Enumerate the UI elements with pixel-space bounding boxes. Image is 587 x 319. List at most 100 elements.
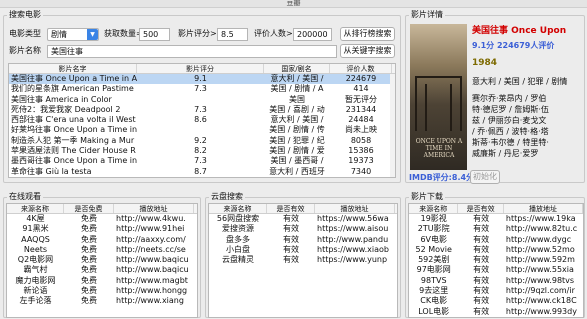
online-row[interactable]: 左手论落 免费 http://www.xiang — [7, 296, 197, 306]
online-row-cell: 免费 — [81, 234, 97, 244]
results-row[interactable]: 革命往事 Giù la testa 8.7 意大利 / 西班牙 7340 — [9, 167, 395, 177]
cloud-row[interactable]: 盘多多 有效 http://www.pandu — [209, 235, 397, 245]
download-row[interactable]: 19影视 有效 https://www.19ka — [409, 214, 583, 224]
cloud-col-source[interactable]: 来源名称 — [209, 204, 267, 213]
results-table[interactable]: 影片名字 影片评分 国家/剧名 评价人数 美国往事 Once Upon a Ti… — [8, 63, 396, 178]
online-table[interactable]: 来源名称 是否免费 播放地址 4K屋 免费 http://www.4kwu. 91黑米… — [6, 203, 198, 318]
results-row-cell: 15386 — [348, 146, 374, 156]
cloud-row[interactable]: 云盘精灵 有效 https://www.yunp — [209, 255, 397, 265]
results-row-cell: 7.3 — [194, 156, 207, 166]
results-row[interactable]: 美国往事 America in Color 美国 暂无评分 — [9, 95, 395, 105]
download-row[interactable]: 6V电影 有效 http://www.dygc — [409, 235, 583, 245]
keyword-search-button[interactable]: 从关键字搜索 — [340, 44, 395, 58]
type-label: 电影类型 — [9, 29, 41, 38]
results-row-cell: 美国往事 America in Color — [11, 94, 112, 104]
results-row-cell: 24484 — [348, 115, 374, 125]
results-row[interactable]: 制造杀人犯 第一季 Making a Mur 9.2 美国 / 犯罪 / 纪 8058 — [9, 136, 395, 146]
results-row[interactable]: 美国往事 Once Upon a Time in A 9.1 意大利 / 美国 / 2… — [9, 74, 395, 85]
name-input[interactable]: 美国往事 — [47, 45, 337, 58]
download-row-cell: 有效 — [473, 244, 490, 254]
online-row-cell: Q2电影网 — [17, 255, 54, 265]
download-row[interactable]: 52 Movie 有效 http://www.52mo — [409, 245, 583, 255]
results-row[interactable]: 墨西哥往事 Once Upon a Time in 7.3 美国 / 墨西哥 / 19… — [9, 156, 395, 166]
download-row-cell: 有效 — [473, 265, 490, 275]
results-scrollbar[interactable] — [390, 74, 395, 177]
download-row[interactable]: 9去这里 有效 http://9qzl.com/ir — [409, 286, 583, 296]
cloud-row[interactable]: 56网盘搜索 有效 https://www.56wa — [209, 214, 397, 224]
download-row-cell: http://www.52mo — [505, 244, 575, 254]
cloud-row[interactable]: 小白盘 有效 https://www.xiaob — [209, 245, 397, 255]
online-row-cell: http://www.91hei — [116, 224, 185, 234]
online-row[interactable]: 霸气村 免费 http://www.baqicu — [7, 265, 197, 275]
results-row-cell: 我们的星条旗 American Pastime — [11, 84, 134, 94]
results-row-cell: 意大利 / 美国 / — [270, 74, 324, 83]
cloud-col-valid[interactable]: 是否有效 — [267, 204, 315, 213]
results-row[interactable]: 我们的星条旗 American Pastime 7.3 美国 / 剧情 / A 414 — [9, 84, 395, 94]
online-col-source[interactable]: 来源名称 — [7, 204, 64, 213]
download-col-source[interactable]: 来源名称 — [409, 204, 459, 213]
results-row-cell: 制造杀人犯 第一季 Making a Mur — [11, 135, 135, 145]
col-header-country[interactable]: 国家/剧名 — [264, 64, 330, 73]
download-row-cell: http://www.ck18C — [505, 296, 577, 306]
results-row[interactable]: 苹果酒屋法则 The Cider House R 8.2 美国 / 剧情 / 爱 15… — [9, 146, 395, 156]
online-row-cell: Neets — [23, 244, 48, 254]
online-row[interactable]: 新论语 免费 http://www.hongg — [7, 286, 197, 296]
cloud-row[interactable]: 爱搜资源 有效 https://www.aisou — [209, 224, 397, 234]
online-row[interactable]: 4K屋 免费 http://www.4kwu. — [7, 214, 197, 224]
results-row[interactable]: 好莱坞往事 Once Upon a Time in 美国 / 剧情 / 传 尚未上映 — [9, 125, 395, 135]
online-row[interactable]: Q2电影网 免费 http://www.baqicu — [7, 255, 197, 265]
cloud-table[interactable]: 来源名称 是否有效 播放地址 56网盘搜索 有效 https://www.56wa 爱… — [208, 203, 398, 318]
download-row-cell: 9去这里 — [419, 286, 449, 296]
poster-title: ONCE UPON A TIME IN AMERICA — [415, 138, 463, 159]
download-table-header: 来源名称 是否有效 播放地址 — [409, 204, 583, 214]
type-select[interactable]: 剧情 ▼ — [47, 28, 99, 41]
voters-input[interactable]: 200000 — [293, 28, 332, 41]
results-row[interactable]: 死侍2：我爱我家 Deadpool 2 7.3 美国 / 喜剧 / 动 231344 — [9, 105, 395, 115]
online-row[interactable]: AAQQS 免费 http://aaxxy.com/ — [7, 235, 197, 245]
col-header-voters[interactable]: 评价人数 — [330, 64, 392, 73]
results-row[interactable]: 西部往事 C'era una volta il West 8.6 意大利 / 美国 … — [9, 115, 395, 125]
detail-title: 美国往事 Once Upon — [472, 26, 567, 36]
online-row[interactable]: 91黑米 免费 http://www.91hei — [7, 224, 197, 234]
results-row-cell: 8.7 — [194, 166, 207, 176]
download-row[interactable]: 592美剧 有效 http://www.592m — [409, 255, 583, 265]
detail-cast-3: / 乔·佩西 / 波特·格·塔 — [472, 127, 549, 136]
download-row[interactable]: 2TU影院 有效 http://www.82tu.c — [409, 224, 583, 234]
download-row-cell: 2TU影院 — [417, 224, 450, 234]
cloud-row-cell: 有效 — [283, 234, 299, 244]
online-row[interactable]: Neets 免费 http://neets.cc/se — [7, 245, 197, 255]
rank-search-button[interactable]: 从排行榜搜索 — [340, 27, 395, 41]
online-row[interactable]: 魔力电影网 免费 http://www.magbt — [7, 276, 197, 286]
detail-cast-5: 威廉斯 / 丹尼·爱罗 — [472, 149, 539, 158]
download-row-cell: 有效 — [473, 214, 490, 223]
download-row[interactable]: CK电影 有效 http://www.ck18C — [409, 296, 583, 306]
name-label: 影片名称 — [9, 46, 41, 55]
online-row-cell: 免费 — [81, 286, 97, 296]
online-row-cell: AAQQS — [21, 234, 50, 244]
detail-cast-4: 斯蒂·韦尔德 / 特里特· — [472, 138, 549, 147]
cloud-table-body: 56网盘搜索 有效 https://www.56wa 爱搜资源 有效 https://ww… — [209, 214, 397, 265]
poster-bridge-pillars — [425, 84, 452, 131]
col-header-rating[interactable]: 影片评分 — [137, 64, 264, 73]
cloud-col-url[interactable]: 播放地址 — [315, 204, 395, 213]
download-row[interactable]: 98TVS 有效 http://www.98tvs — [409, 276, 583, 286]
online-row-cell: http://www.baqicu — [116, 265, 189, 275]
download-row[interactable]: 97电影网 有效 http://www.55xia — [409, 265, 583, 275]
download-col-valid[interactable]: 是否有效 — [458, 204, 504, 213]
results-row-cell: 美国 / 剧情 / 爱 — [269, 146, 325, 156]
cloud-row-cell: 爱搜资源 — [222, 224, 254, 234]
count-input[interactable]: 500 — [139, 28, 170, 41]
download-row-cell: CK电影 — [420, 296, 448, 306]
online-col-url[interactable]: 播放地址 — [114, 204, 194, 213]
download-table[interactable]: 来源名称 是否有效 播放地址 19影视 有效 https://www.19ka 2TU… — [408, 203, 584, 318]
col-header-name[interactable]: 影片名字 — [9, 64, 137, 73]
online-col-free[interactable]: 是否免费 — [64, 204, 114, 213]
rating-input[interactable]: 8.5 — [217, 28, 248, 41]
results-row-cell: 美国 / 喜剧 / 动 — [269, 104, 325, 114]
download-row[interactable]: LOL电影 有效 http://www.993dy — [409, 307, 583, 317]
cloud-row-cell: 有效 — [283, 244, 299, 254]
results-row-cell: 224679 — [345, 74, 377, 83]
cloud-row-cell: https://www.aisou — [317, 224, 389, 234]
download-col-url[interactable]: 播放地址 — [504, 204, 583, 213]
init-button[interactable]: 初始化 — [470, 170, 500, 184]
